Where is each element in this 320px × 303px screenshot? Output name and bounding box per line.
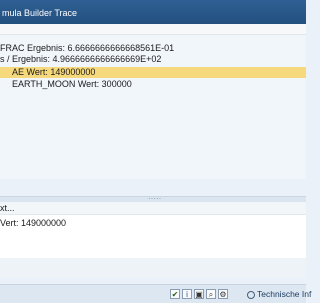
trace-line-text: FRAC Ergebnis: 6.6666666666668561E-01: [0, 43, 175, 53]
save-icon[interactable]: ▣: [194, 289, 204, 299]
splitter-grip-icon: ·····: [148, 194, 162, 203]
trace-line-3-selected[interactable]: AE Wert: 149000000: [0, 67, 306, 78]
trace-line-text: s / Ergebnis: 4.9666666666666669E+02: [0, 54, 162, 64]
toolbar: [0, 24, 306, 35]
info-icon[interactable]: i: [182, 289, 192, 299]
check-icon[interactable]: ✔: [170, 289, 180, 299]
trace-line-text: AE Wert: 149000000: [12, 67, 96, 77]
technical-info-button[interactable]: Technische Inf: [247, 289, 311, 300]
trace-line-text: EARTH_MOON Wert: 300000: [12, 79, 132, 89]
details-panel: xt... Vert: 149000000: [0, 202, 306, 258]
trace-panel: FRAC Ergebnis: 6.6666666666668561E-01 s …: [0, 35, 306, 179]
title-bar: mula Builder Trace: [0, 0, 306, 24]
details-header-text: xt...: [0, 203, 15, 213]
technical-info-label: Technische Inf: [257, 289, 312, 299]
magnifier-icon: [247, 290, 255, 299]
details-value-line[interactable]: Vert: 149000000: [0, 218, 66, 229]
details-header: xt...: [0, 202, 306, 215]
settings-icon[interactable]: ⚙: [218, 289, 228, 299]
status-bar: ✔ i ▣ ⌕ ⚙ Technische Inf: [0, 284, 311, 303]
window-title: mula Builder Trace: [2, 8, 78, 18]
trace-line-2[interactable]: s / Ergebnis: 4.9666666666666669E+02: [0, 54, 306, 65]
panel-spacer: [0, 258, 306, 278]
search-icon[interactable]: ⌕: [206, 289, 216, 299]
trace-line-1[interactable]: FRAC Ergebnis: 6.6666666666668561E-01: [0, 43, 306, 54]
trace-line-4[interactable]: EARTH_MOON Wert: 300000: [0, 79, 306, 90]
details-value-text: Vert: 149000000: [0, 218, 67, 228]
